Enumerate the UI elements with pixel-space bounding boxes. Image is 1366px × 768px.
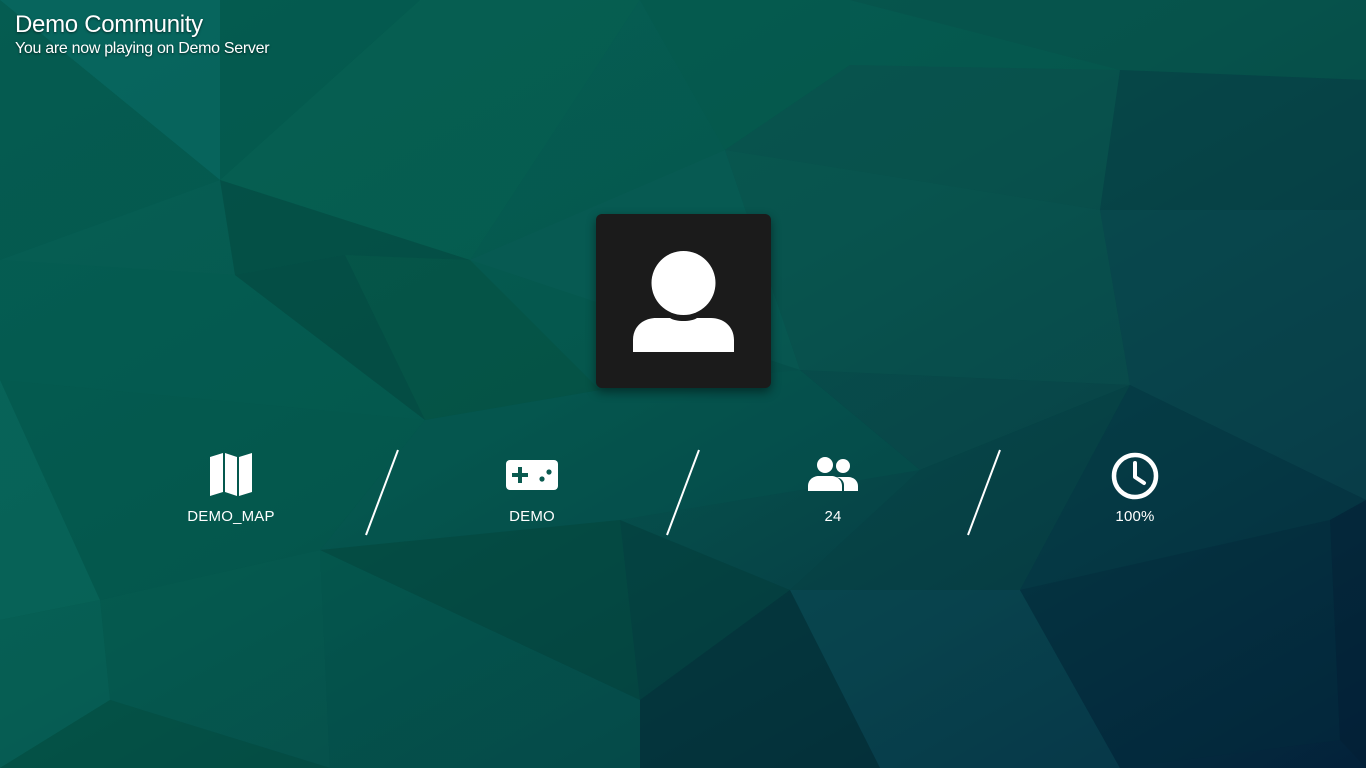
loading-progress: 100% bbox=[1115, 508, 1155, 525]
info-players: 24 bbox=[753, 452, 913, 526]
user-icon bbox=[633, 251, 734, 352]
server-subtitle: You are now playing on Demo Server bbox=[15, 40, 270, 57]
info-gamemode: DEMO bbox=[452, 452, 612, 526]
gamepad-icon bbox=[452, 452, 612, 498]
gamemode-name: DEMO bbox=[509, 508, 555, 525]
divider bbox=[365, 449, 399, 536]
avatar bbox=[596, 214, 771, 388]
info-map: DEMO_MAP bbox=[151, 452, 311, 526]
header: Demo Community You are now playing on De… bbox=[15, 11, 270, 59]
divider bbox=[666, 449, 700, 536]
map-icon bbox=[151, 452, 311, 498]
divider bbox=[967, 449, 1001, 536]
map-name: DEMO_MAP bbox=[187, 508, 275, 525]
info-progress: 100% bbox=[1055, 452, 1215, 526]
player-count: 24 bbox=[824, 508, 842, 525]
clock-icon bbox=[1055, 452, 1215, 500]
community-title: Demo Community bbox=[15, 11, 203, 38]
users-icon bbox=[753, 452, 913, 498]
